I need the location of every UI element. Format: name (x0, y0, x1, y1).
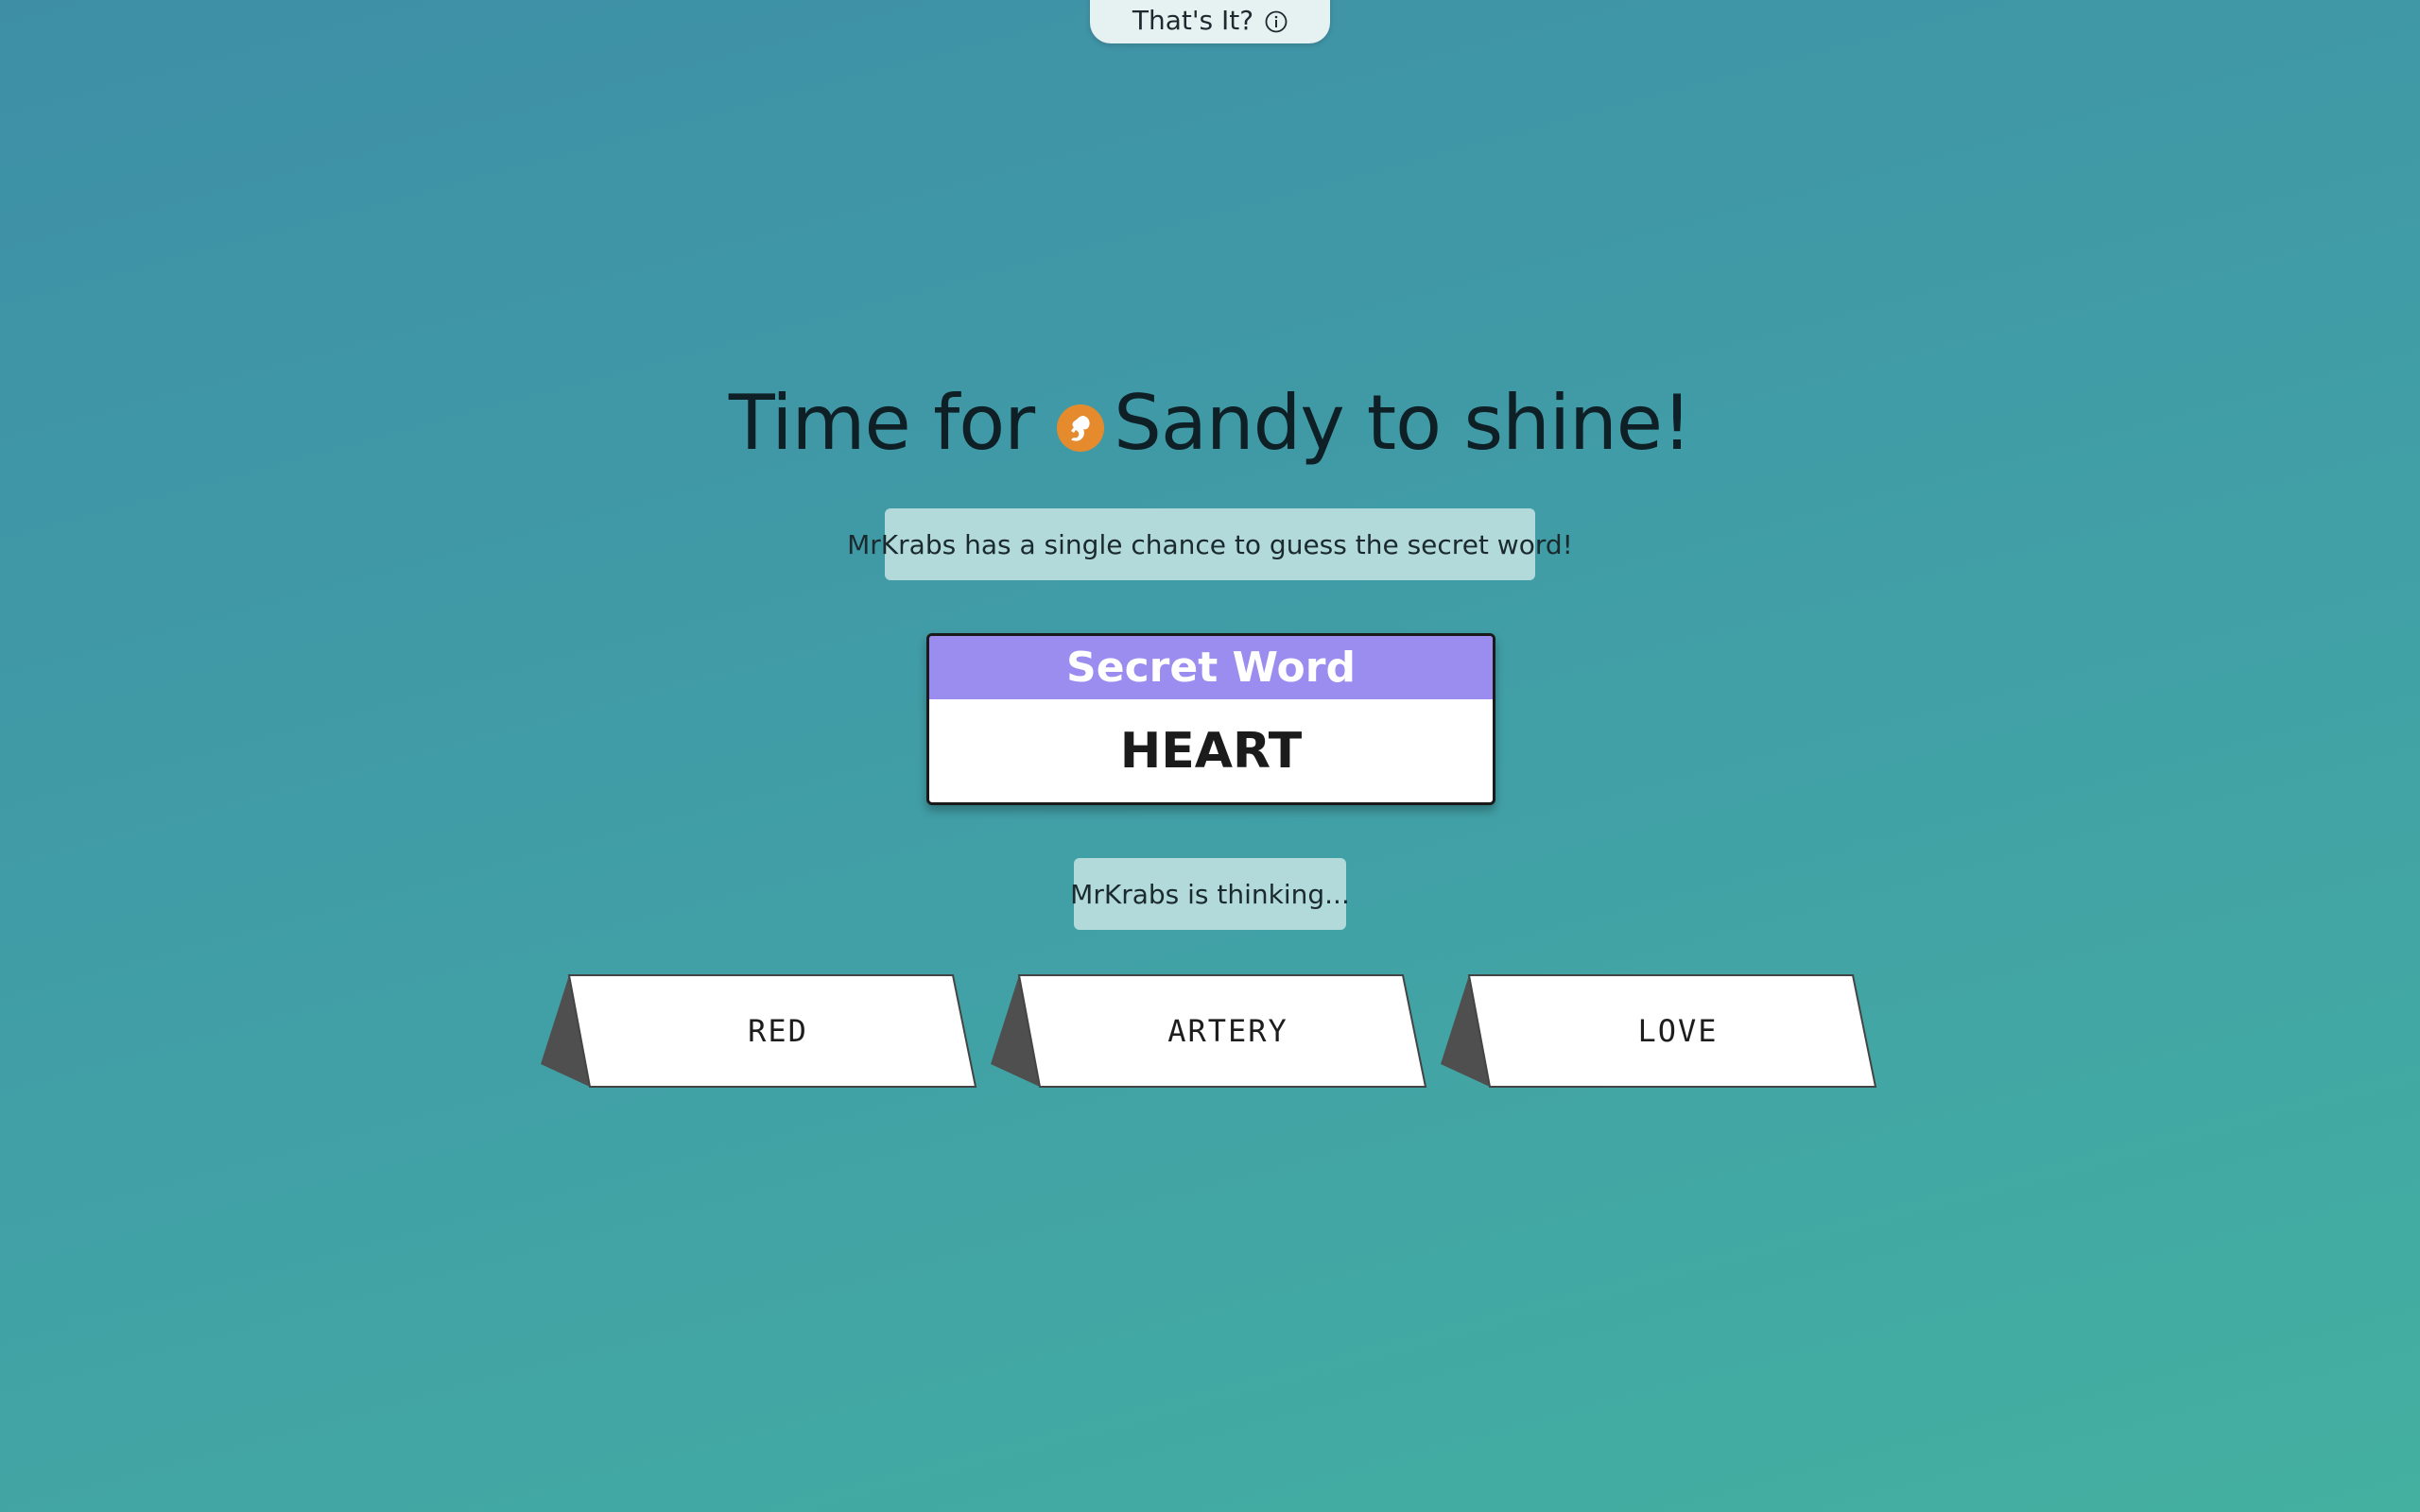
clue-word: RED (748, 1013, 808, 1049)
clue-word: ARTERY (1167, 1013, 1288, 1049)
clue-word: LOVE (1637, 1013, 1719, 1049)
clue-card[interactable]: LOVE (1441, 973, 1877, 1089)
squirrel-avatar-icon (1057, 404, 1105, 452)
headline-player-name: Sandy (1114, 378, 1345, 467)
turn-headline: Time for Sandy to shine! (0, 370, 2420, 474)
info-icon (1265, 9, 1288, 33)
headline-prefix: Time for (728, 378, 1035, 467)
secret-word-card: Secret Word HEART (926, 633, 1495, 805)
headline-suffix: to shine! (1366, 378, 1692, 467)
clue-card[interactable]: RED (541, 973, 977, 1089)
thats-it-label: That's It? (1132, 4, 1254, 36)
secret-word-header: Secret Word (929, 636, 1493, 699)
clue-card[interactable]: ARTERY (991, 973, 1427, 1089)
chance-message: MrKrabs has a single chance to guess the… (847, 508, 1573, 580)
thinking-message: MrKrabs is thinking... (1070, 858, 1350, 930)
thats-it-button[interactable]: That's It? (1090, 0, 1330, 43)
secret-word-value: HEART (1119, 722, 1303, 780)
